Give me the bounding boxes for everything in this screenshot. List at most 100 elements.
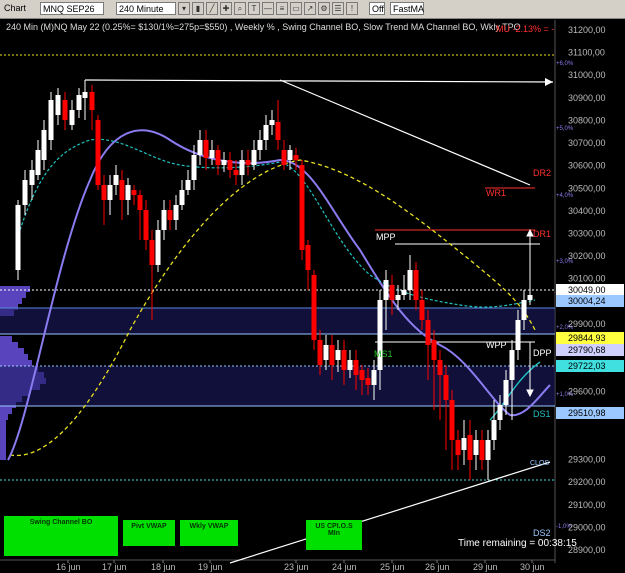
trendline-top-arrowhead [545,78,553,86]
candle-bull [323,345,329,360]
candle-bull [107,185,113,200]
price-tag-label: 29844,93 [568,333,606,343]
dr2-label: DR2 [533,168,551,178]
price-tick: 29000,00 [568,522,606,532]
time-remaining: Time remaining = 00:38:15 [458,538,577,549]
candle-bull [173,205,179,220]
price-tick: 31200,00 [568,25,606,35]
candle-bull [491,420,497,440]
candle-bull [197,140,203,155]
candle-bear [449,400,455,440]
time-tick: 18 jun [151,562,176,572]
pct-label: +5,0% [556,126,574,132]
candle-bull [55,95,61,115]
candle-bull [371,370,377,385]
candle-bull [125,185,131,200]
price-tick: 29100,00 [568,500,606,510]
candle-bull [41,130,47,160]
trendline-down [279,79,531,186]
candle-bull [251,150,257,165]
candle-bear [95,120,101,185]
candle-bear [293,155,299,160]
candle-bear [119,180,125,200]
candle-bull [287,150,293,160]
candle-bear [443,375,449,400]
pivot-vwap-button[interactable]: Pivt VWAP [123,520,175,546]
candle-bull [335,350,341,360]
candle-bear [137,195,143,210]
candle-bear [467,435,473,460]
price-tick: 30500,00 [568,183,606,193]
value-area-upper [0,308,555,334]
wkly-vwap-button[interactable]: Wkly VWAP [180,520,238,546]
ds2-label: DS2 [533,528,551,538]
candle-bear [389,285,395,300]
price-tick: 30400,00 [568,206,606,216]
candle-bull [69,110,75,125]
candle-bull [515,320,521,350]
candle-bull [76,95,82,110]
candle-bull [263,125,269,140]
ds1-label: DS1 [533,409,551,419]
price-tag-label: 29510,98 [568,408,606,418]
time-tick: 16 jun [56,562,81,572]
candle-bull [35,150,41,175]
dpp-label: DPP [533,348,552,358]
candle-bear [167,210,173,220]
candle-bear [215,150,221,165]
candle-bull [257,140,263,150]
candle-bear [353,360,359,375]
candle-bull [527,295,533,300]
dr1-label: DR1 [533,229,551,239]
time-tick: 26 jun [425,562,450,572]
price-tick: 29600,00 [568,387,606,397]
price-tag-label: 30049,00 [568,285,606,295]
price-tick: 29300,00 [568,455,606,465]
candle-bull [347,360,353,370]
price-tick: 30200,00 [568,251,606,261]
candle-bull [82,92,88,98]
price-tick: 30100,00 [568,274,606,284]
price-tick: 30800,00 [568,115,606,125]
candle-bull [509,350,515,380]
price-chart[interactable]: DR2 WR1 DR1 MPP WPP DPP MS1 DS1 DS2 CLOS… [0,0,625,573]
candle-bear [62,100,68,120]
candle-bull [221,160,227,165]
price-tag-label: 29722,03 [568,361,606,371]
us-cpi-button[interactable]: US CPI.O.S MIn [306,520,362,550]
time-tick: 30 jun [520,562,545,572]
candle-bear [143,210,149,240]
candle-bear [317,340,323,365]
candle-bull [179,190,185,205]
wpp-label: WPP [486,340,507,350]
candle-bull [473,440,479,455]
candle-bear [425,320,431,345]
mpp-label: MPP [376,232,396,242]
candle-bear [419,300,425,320]
price-tick: 31100,00 [568,48,605,58]
swing-channel-button[interactable]: Swing Channel BO [4,516,118,556]
candle-bear [245,160,251,165]
price-tick: 30600,00 [568,161,606,171]
candle-bear [299,165,305,250]
candle-bear [359,370,365,380]
price-tick: 30900,00 [568,93,606,103]
candle-bull [383,280,389,300]
candle-bear [437,360,443,375]
price-tick: 31000,00 [568,70,606,80]
candle-bear [455,440,461,455]
candle-bull [377,300,383,370]
candle-bull [209,150,215,158]
candle-bull [191,155,197,180]
candle-bull [461,438,467,450]
candle-bear [479,440,485,460]
candle-bear [101,185,107,200]
time-tick: 24 jun [332,562,357,572]
candle-bull [503,380,509,405]
candle-bear [281,150,287,165]
trendline-top [84,79,554,83]
price-tick: 29200,00 [568,477,606,487]
candle-bull [155,230,161,265]
candle-bear [329,345,335,365]
candle-bear [311,275,317,340]
